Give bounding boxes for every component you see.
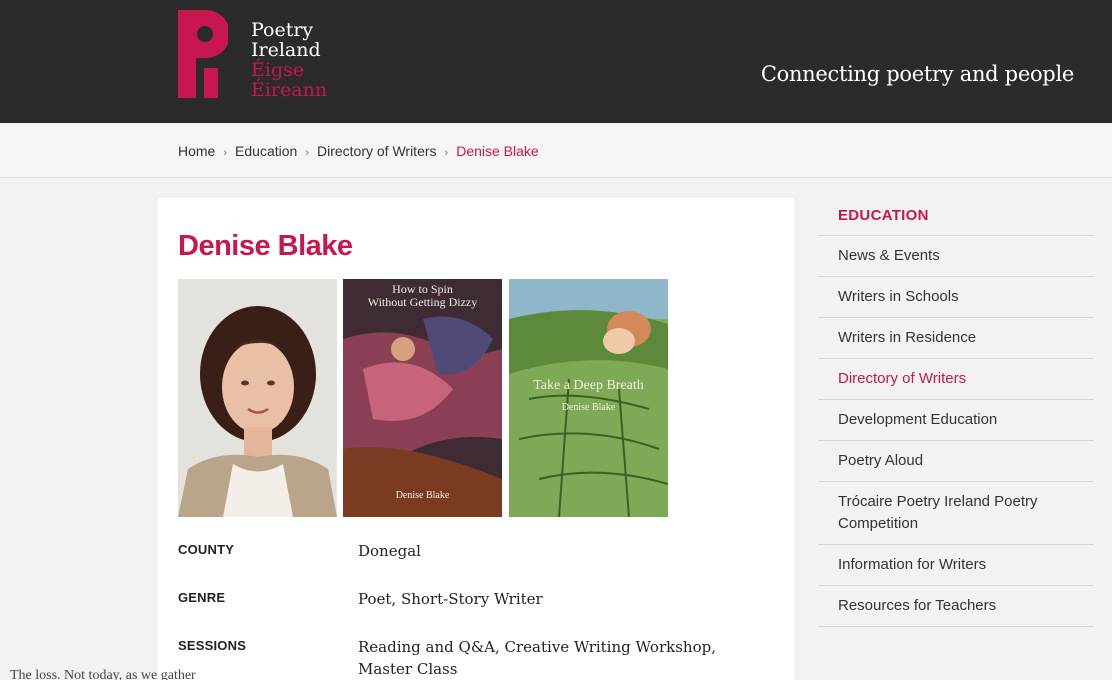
book2-title: Take a Deep Breath: [533, 378, 644, 393]
breadcrumb-separator-icon: ›: [305, 147, 309, 159]
site-header: Poetry Ireland Éigse Éireann Connecting …: [0, 0, 1112, 123]
sidebar-item-development-education[interactable]: Development Education: [818, 399, 1094, 440]
breadcrumb-education[interactable]: Education: [235, 143, 297, 159]
book-cover-how-to-spin[interactable]: How to Spin Without Getting Dizzy Denise…: [343, 279, 502, 517]
sidebar-heading: EDUCATION: [838, 207, 929, 224]
poetry-ireland-logo-icon: [178, 10, 228, 98]
book-cover-take-a-deep-breath[interactable]: Take a Deep Breath Denise Blake: [509, 279, 668, 517]
breadcrumb-directory-of-writers[interactable]: Directory of Writers: [317, 143, 437, 159]
logo-ga-line1: Éigse: [251, 59, 305, 81]
info-label-genre: GENRE: [178, 590, 226, 605]
site-tagline: Connecting poetry and people: [760, 62, 1074, 86]
book1-title-line2: Without Getting Dizzy: [367, 295, 478, 309]
sidebar-item-news-events[interactable]: News & Events: [818, 235, 1094, 276]
sidebar-list: News & Events Writers in Schools Writers…: [818, 235, 1094, 627]
page-title: Denise Blake: [178, 230, 353, 262]
info-value-county: Donegal: [358, 542, 421, 560]
sidebar-item-directory-of-writers[interactable]: Directory of Writers: [818, 358, 1094, 399]
breadcrumb-current: Denise Blake: [456, 143, 539, 159]
breadcrumb-separator-icon: ›: [223, 147, 228, 159]
book-cover-art-icon: [343, 279, 502, 517]
sidebar-item-writers-in-schools[interactable]: Writers in Schools: [818, 276, 1094, 317]
info-value-sessions: Reading and Q&A, Creative Writing Worksh…: [358, 638, 716, 678]
logo-en-line1: Poetry: [251, 19, 314, 41]
breadcrumb-separator-icon: ›: [444, 147, 449, 159]
book2-author: Denise Blake: [561, 402, 616, 413]
logo-ga-line2: Éireann: [251, 79, 328, 101]
info-label-county: COUNTY: [178, 542, 235, 557]
sidebar-item-information-for-writers[interactable]: Information for Writers: [818, 544, 1094, 585]
site-logo[interactable]: Poetry Ireland Éigse Éireann: [178, 10, 328, 102]
logo-wordmark: Poetry Ireland Éigse Éireann: [251, 20, 327, 100]
sidebar-item-trocaire-competition[interactable]: Trócaire Poetry Ireland Poetry Competiti…: [818, 481, 1094, 544]
book1-author: Denise Blake: [395, 490, 450, 501]
info-value-genre: Poet, Short-Story Writer: [358, 590, 543, 608]
book1-title: How to Spin Without Getting Dizzy: [343, 283, 502, 309]
overflow-text: The loss. Not today, as we gather: [10, 668, 196, 680]
author-portrait: [178, 279, 337, 517]
main-content: Denise Blake How to Spin Without Getting: [158, 198, 794, 680]
logo-en-line2: Ireland: [251, 39, 321, 61]
sidebar-item-poetry-aloud[interactable]: Poetry Aloud: [818, 440, 1094, 481]
breadcrumb: Home › Education › Directory of Writers › Deni…: [178, 143, 539, 159]
breadcrumb-home[interactable]: Home: [178, 143, 215, 159]
info-label-sessions: SESSIONS: [178, 638, 247, 653]
sidebar-item-writers-in-residence[interactable]: Writers in Residence: [818, 317, 1094, 358]
author-portrait-icon: [178, 279, 337, 517]
book-cover-art-icon: [509, 279, 668, 517]
breadcrumb-bar: Home › Education › Directory of Writers › Deni…: [0, 123, 1112, 178]
sidebar-item-resources-for-teachers[interactable]: Resources for Teachers: [818, 585, 1094, 627]
